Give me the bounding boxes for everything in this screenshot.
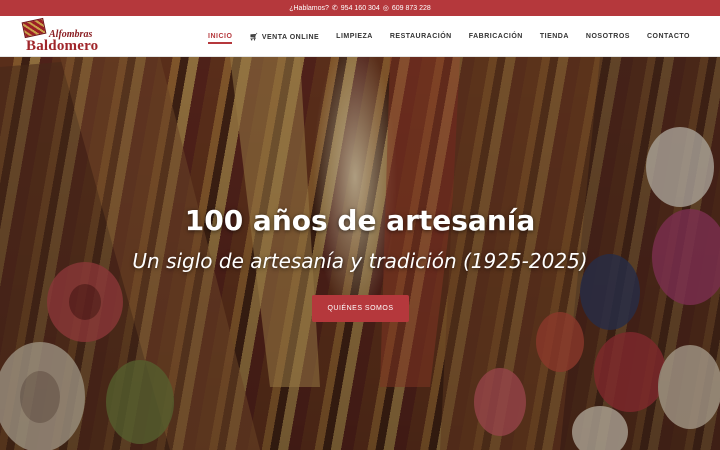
logo-line2: Baldomero: [26, 38, 99, 54]
nav-item-label: VENTA ONLINE: [261, 33, 320, 41]
topbar-prefix: ¿Hablamos?: [289, 4, 329, 12]
nav-item-label: NOSOTROS: [585, 33, 630, 40]
main-nav: INICIO 🛒︎ VENTA ONLINE LIMPIEZA RESTAURAC…: [208, 16, 690, 57]
quienes-somos-button[interactable]: QUIÉNES SOMOS: [312, 295, 409, 322]
hero-section: 100 años de artesanía Un siglo de artesa…: [0, 57, 720, 450]
nav-item-label: TIENDA: [539, 33, 569, 40]
phone-icon: ✆: [331, 5, 338, 12]
hero-subtitle: Un siglo de artesanía y tradición (1925-…: [132, 249, 588, 273]
nav-item-label: LIMPIEZA: [336, 33, 373, 40]
site-logo[interactable]: Alfombras Baldomero: [21, 17, 105, 55]
site-header: Alfombras Baldomero INICIO 🛒︎ VENTA ONLIN…: [0, 16, 720, 57]
nav-item-limpieza[interactable]: LIMPIEZA: [336, 29, 373, 44]
whatsapp-icon: ◎: [382, 5, 389, 12]
nav-item-tienda[interactable]: TIENDA: [540, 29, 569, 44]
top-contact-bar: ¿Hablamos? ✆ 954 160 304 ◎ 609 873 228: [0, 0, 720, 16]
nav-item-label: RESTAURACIÓN: [389, 33, 452, 40]
nav-item-label: INICIO: [208, 33, 233, 40]
logo-rug-icon: [21, 17, 47, 39]
nav-item-inicio[interactable]: INICIO: [208, 29, 233, 44]
topbar-phone[interactable]: 954 160 304: [341, 5, 380, 12]
nav-item-nosotros[interactable]: NOSOTROS: [586, 29, 630, 44]
nav-item-contacto[interactable]: CONTACTO: [647, 29, 690, 44]
hero-title: 100 años de artesanía: [184, 204, 536, 237]
nav-item-label: FABRICACIÓN: [468, 33, 523, 40]
nav-item-restauracion[interactable]: RESTAURACIÓN: [390, 29, 452, 44]
nav-item-fabricacion[interactable]: FABRICACIÓN: [469, 29, 523, 44]
topbar-mobile[interactable]: 609 873 228: [392, 5, 431, 12]
nav-item-venta-online[interactable]: 🛒︎ VENTA ONLINE: [249, 29, 319, 45]
nav-item-label: CONTACTO: [646, 33, 690, 40]
cart-icon: 🛒︎: [249, 33, 259, 41]
